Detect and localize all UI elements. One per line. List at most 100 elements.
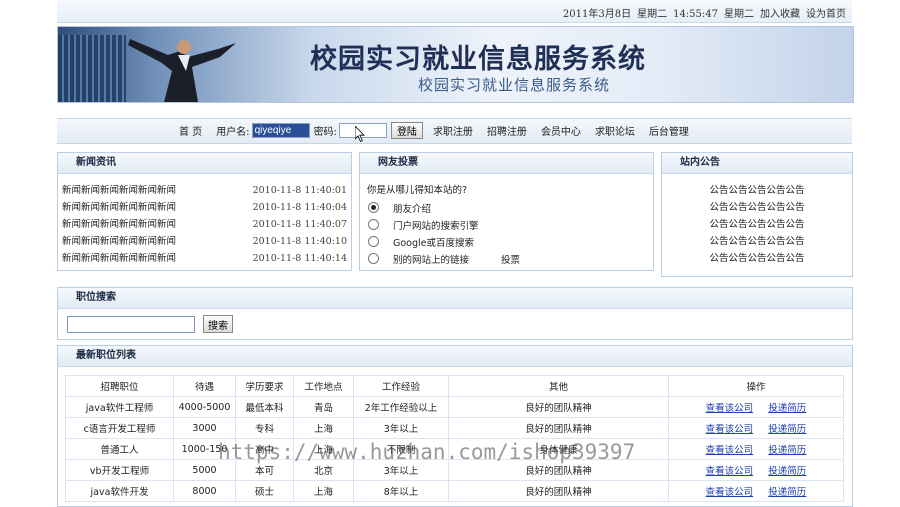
- apply-resume-link[interactable]: 投递简历: [768, 424, 806, 435]
- vote-button[interactable]: 投票: [501, 252, 520, 266]
- add-favorite-link[interactable]: 加入收藏: [760, 9, 800, 20]
- news-title: 新闻资讯: [58, 153, 351, 174]
- vote-option[interactable]: 朋友介绍: [360, 199, 653, 216]
- table-header-row: 招聘职位 待遇 学历要求 工作地点 工作经验 其他 操作: [65, 375, 844, 397]
- table-row: java软件工程师 4000-5000 最低本科 青岛 2年工作经验以上 良好的…: [65, 396, 844, 418]
- job-search-button[interactable]: 搜索: [203, 315, 233, 333]
- news-item-text[interactable]: 新闻新闻新闻新闻新闻新闻: [62, 233, 176, 250]
- table-row: c语言开发工程师 3000 专科 上海 3年以上 良好的团队精神 查看该公司 投…: [65, 417, 844, 439]
- cell-location: 上海: [293, 480, 354, 502]
- view-company-link[interactable]: 查看该公司: [706, 466, 754, 477]
- cell-position: c语言开发工程师: [65, 417, 174, 439]
- col-experience: 工作经验: [353, 375, 449, 397]
- cell-position: java软件开发: [65, 480, 174, 502]
- mouse-cursor-icon: [355, 126, 365, 142]
- job-search-panel: 职位搜索 搜索: [57, 287, 853, 340]
- notice-item[interactable]: 公告公告公告公告公告: [662, 233, 852, 250]
- cell-experience: 8年以上: [353, 480, 449, 502]
- current-date: 2011年3月8日: [562, 9, 632, 20]
- vote-option[interactable]: 门户网站的搜索引擎: [360, 216, 653, 233]
- job-search-input[interactable]: [67, 315, 195, 333]
- vote-option[interactable]: 别的网站上的链接 投票: [360, 250, 653, 267]
- news-item-date: 2010-11-8 11:40:07: [252, 219, 347, 230]
- vote-option[interactable]: Google或百度搜索: [360, 233, 653, 250]
- nav-inner: 首 页 用户名: 密码: 登陆 求职注册 招聘注册 会员中心 求职论坛 后台管理: [179, 122, 703, 139]
- notice-item[interactable]: 公告公告公告公告公告: [662, 216, 852, 233]
- cell-salary: 8000: [173, 480, 236, 502]
- news-item-date: 2010-11-8 11:40:01: [252, 185, 347, 196]
- notice-title: 站内公告: [662, 153, 852, 174]
- view-company-link[interactable]: 查看该公司: [706, 487, 754, 498]
- cell-salary: 3000: [173, 417, 236, 439]
- cell-education: 硕士: [235, 480, 294, 502]
- news-item-text[interactable]: 新闻新闻新闻新闻新闻新闻: [62, 199, 176, 216]
- nav-job-forum[interactable]: 求职论坛: [595, 123, 635, 138]
- view-company-link[interactable]: 查看该公司: [706, 403, 754, 414]
- notice-item[interactable]: 公告公告公告公告公告: [662, 182, 852, 199]
- nav-admin[interactable]: 后台管理: [649, 123, 689, 138]
- job-search-title: 职位搜索: [58, 288, 852, 309]
- username-input[interactable]: [251, 123, 310, 138]
- nav-job-register[interactable]: 求职注册: [433, 123, 473, 138]
- top-bar: 2011年3月8日 星期二 14:55:47 星期二 加入收藏 设为首页: [57, 0, 852, 23]
- nav-recruit-register[interactable]: 招聘注册: [487, 123, 527, 138]
- nav-member-center[interactable]: 会员中心: [541, 123, 581, 138]
- cell-other: 良好的团队精神: [448, 480, 669, 502]
- login-button[interactable]: 登陆: [390, 122, 423, 139]
- job-search-form: 搜索: [58, 309, 852, 339]
- news-item-date: 2010-11-8 11:40:10: [252, 236, 347, 247]
- apply-resume-link[interactable]: 投递简历: [768, 487, 806, 498]
- news-item-text[interactable]: 新闻新闻新闻新闻新闻新闻: [62, 250, 176, 267]
- apply-resume-link[interactable]: 投递简历: [768, 403, 806, 414]
- notice-panel: 站内公告 公告公告公告公告公告 公告公告公告公告公告 公告公告公告公告公告 公告…: [661, 152, 853, 277]
- news-item[interactable]: 新闻新闻新闻新闻新闻新闻 2010-11-8 11:40:04: [58, 199, 351, 216]
- news-item-date: 2010-11-8 11:40:04: [252, 202, 347, 213]
- vote-option-label: 朋友介绍: [393, 203, 432, 215]
- vote-radio-selected[interactable]: [368, 202, 379, 213]
- vote-option-label: Google或百度搜索: [393, 237, 475, 249]
- cell-actions: 查看该公司 投递简历: [668, 459, 844, 481]
- news-item-text[interactable]: 新闻新闻新闻新闻新闻新闻: [62, 216, 176, 233]
- cell-actions: 查看该公司 投递简历: [668, 438, 844, 460]
- news-item[interactable]: 新闻新闻新闻新闻新闻新闻 2010-11-8 11:40:14: [58, 250, 351, 267]
- nav-home[interactable]: 首 页: [179, 123, 202, 138]
- news-item[interactable]: 新闻新闻新闻新闻新闻新闻 2010-11-8 11:40:10: [58, 233, 351, 250]
- cell-experience: 3年以上: [353, 417, 449, 439]
- set-home-link[interactable]: 设为首页: [806, 9, 846, 20]
- notice-list: 公告公告公告公告公告 公告公告公告公告公告 公告公告公告公告公告 公告公告公告公…: [662, 174, 852, 267]
- apply-resume-link[interactable]: 投递简历: [768, 466, 806, 477]
- cell-other: 良好的团队精神: [448, 417, 669, 439]
- news-panel: 新闻资讯 新闻新闻新闻新闻新闻新闻 2010-11-8 11:40:01 新闻新闻…: [57, 152, 352, 271]
- vote-radio[interactable]: [368, 236, 379, 247]
- cell-other: 良好的团队精神: [448, 396, 669, 418]
- vote-panel: 网友投票 你是从哪儿得知本站的? 朋友介绍 门户网站的搜索引擎 Google或百…: [359, 152, 654, 271]
- vote-title: 网友投票: [360, 153, 653, 174]
- job-list-title: 最新职位列表: [58, 346, 852, 367]
- col-action: 操作: [668, 375, 844, 397]
- username-label: 用户名:: [216, 127, 250, 138]
- news-item[interactable]: 新闻新闻新闻新闻新闻新闻 2010-11-8 11:40:01: [58, 182, 351, 199]
- col-education: 学历要求: [235, 375, 294, 397]
- current-weekday: 星期二: [637, 9, 668, 20]
- current-weekday-2: 星期二: [724, 9, 754, 20]
- apply-resume-link[interactable]: 投递简历: [768, 445, 806, 456]
- cell-actions: 查看该公司 投递简历: [668, 480, 844, 502]
- view-company-link[interactable]: 查看该公司: [706, 445, 754, 456]
- vote-option-label: 别的网站上的链接: [393, 254, 470, 266]
- news-list: 新闻新闻新闻新闻新闻新闻 2010-11-8 11:40:01 新闻新闻新闻新闻新…: [58, 174, 351, 267]
- vote-radio[interactable]: [368, 219, 379, 230]
- vote-radio[interactable]: [368, 253, 379, 264]
- notice-item[interactable]: 公告公告公告公告公告: [662, 250, 852, 267]
- banner-subtitle: 校园实习就业信息服务系统: [418, 76, 611, 94]
- col-position: 招聘职位: [65, 375, 174, 397]
- view-company-link[interactable]: 查看该公司: [706, 424, 754, 435]
- top-info: 2011年3月8日 星期二 14:55:47 星期二 加入收藏 设为首页: [557, 5, 846, 20]
- businessman-graphic: [128, 39, 236, 102]
- news-item-date: 2010-11-8 11:40:14: [252, 253, 347, 264]
- notice-item[interactable]: 公告公告公告公告公告: [662, 199, 852, 216]
- news-item[interactable]: 新闻新闻新闻新闻新闻新闻 2010-11-8 11:40:07: [58, 216, 351, 233]
- vote-question: 你是从哪儿得知本站的?: [367, 185, 468, 196]
- cell-position: vb开发工程师: [65, 459, 174, 481]
- news-item-text[interactable]: 新闻新闻新闻新闻新闻新闻: [62, 182, 176, 199]
- cell-location: 青岛: [293, 396, 354, 418]
